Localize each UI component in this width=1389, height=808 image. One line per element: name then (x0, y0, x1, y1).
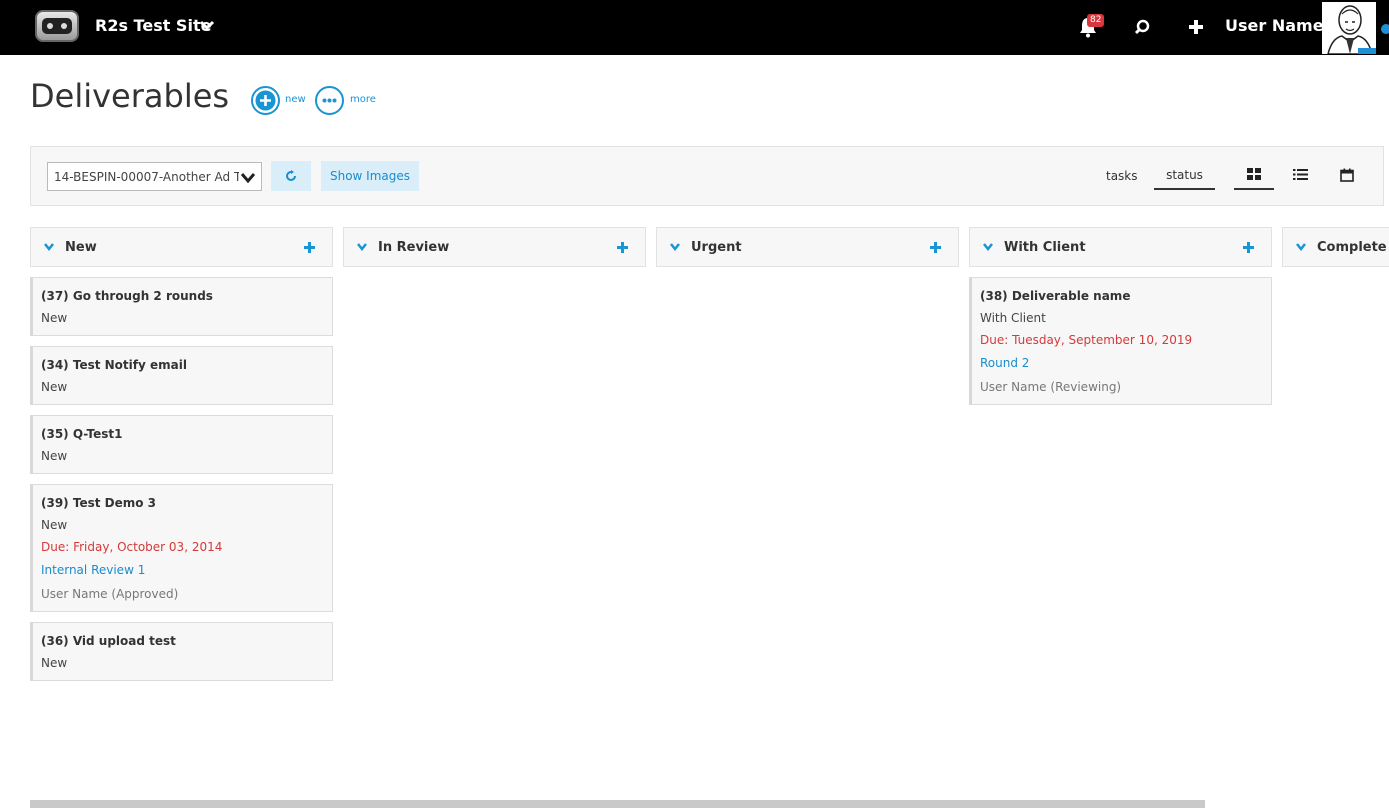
user-name[interactable]: User Name (1225, 16, 1324, 35)
tab-tasks[interactable]: tasks (1106, 169, 1138, 183)
horizontal-scrollbar[interactable] (30, 800, 1205, 808)
deliverable-card[interactable]: (37) Go through 2 rounds New (30, 277, 333, 336)
column-title: In Review (378, 240, 450, 255)
calendar-icon (1340, 168, 1354, 182)
refresh-button[interactable] (271, 161, 311, 191)
column-header-new: New (30, 227, 333, 267)
card-due-date: Due: Tuesday, September 10, 2019 (980, 333, 1193, 347)
column-title: With Client (1004, 240, 1086, 255)
tab-status[interactable]: status (1154, 160, 1215, 190)
page-title: Deliverables (30, 77, 230, 115)
plus-circle-icon (255, 90, 276, 111)
column-header-with-client: With Client (969, 227, 1272, 267)
card-status: New (41, 449, 68, 463)
add-card-plus-icon[interactable] (1243, 242, 1254, 253)
show-images-button[interactable]: Show Images (321, 161, 419, 191)
chevron-down-icon[interactable] (199, 19, 215, 31)
add-card-plus-icon[interactable] (304, 242, 315, 253)
new-button[interactable] (251, 86, 280, 115)
deliverable-card[interactable]: (35) Q-Test1 New (30, 415, 333, 474)
card-round-link[interactable]: Round 2 (980, 356, 1029, 370)
card-status: New (41, 656, 68, 670)
card-status: New (41, 311, 68, 325)
chevron-down-icon (239, 170, 257, 186)
search-icon[interactable] (1133, 18, 1151, 36)
column-title: Complete (1317, 240, 1387, 255)
refresh-icon (286, 170, 296, 181)
grid-view-button[interactable] (1234, 160, 1274, 190)
card-reviewer: User Name (Approved) (41, 587, 179, 601)
card-reviewer: User Name (Reviewing) (980, 380, 1122, 394)
card-title[interactable]: (36) Vid upload test (41, 634, 176, 648)
list-view-icon (1293, 169, 1308, 180)
top-navbar: R2s Test Site 82 User Name (0, 0, 1389, 55)
column-title: New (65, 240, 97, 255)
card-status: New (41, 380, 68, 394)
chevron-down-icon[interactable] (1295, 242, 1307, 252)
card-title[interactable]: (35) Q-Test1 (41, 427, 122, 441)
column-header-urgent: Urgent (656, 227, 959, 267)
chevron-down-icon[interactable] (669, 242, 681, 252)
list-view-button[interactable] (1280, 160, 1320, 190)
new-label[interactable]: new (285, 94, 306, 105)
card-status: With Client (980, 311, 1046, 325)
chevron-down-icon[interactable] (356, 242, 368, 252)
status-indicator (1381, 24, 1389, 34)
card-title[interactable]: (37) Go through 2 rounds (41, 289, 213, 303)
grid-view-icon (1247, 168, 1261, 180)
card-title[interactable]: (39) Test Demo 3 (41, 496, 156, 510)
add-card-plus-icon[interactable] (617, 242, 628, 253)
card-status: New (41, 518, 68, 532)
project-select[interactable]: 14-BESPIN-00007-Another Ad Th (47, 162, 262, 191)
site-name[interactable]: R2s Test Site (95, 16, 211, 35)
add-card-plus-icon[interactable] (930, 242, 941, 253)
column-header-complete: Complete (1282, 227, 1389, 267)
column-title: Urgent (691, 240, 742, 255)
deliverable-card[interactable]: (38) Deliverable name With Client Due: T… (969, 277, 1272, 405)
card-round-link[interactable]: Internal Review 1 (41, 563, 145, 577)
plus-icon[interactable] (1188, 19, 1204, 35)
calendar-view-button[interactable] (1327, 160, 1367, 190)
filter-toolbar: 14-BESPIN-00007-Another Ad Th Show Image… (30, 146, 1384, 206)
robot-logo-icon[interactable] (35, 10, 79, 42)
more-button[interactable] (315, 86, 344, 115)
card-title[interactable]: (34) Test Notify email (41, 358, 187, 372)
notification-count-badge: 82 (1087, 14, 1105, 27)
avatar[interactable] (1322, 2, 1376, 54)
more-label[interactable]: more (350, 94, 376, 105)
deliverable-card[interactable]: (39) Test Demo 3 New Due: Friday, Octobe… (30, 484, 333, 612)
project-select-value: 14-BESPIN-00007-Another Ad Th (54, 170, 249, 184)
ellipsis-icon (322, 98, 337, 103)
card-title[interactable]: (38) Deliverable name (980, 289, 1130, 303)
deliverable-card[interactable]: (36) Vid upload test New (30, 622, 333, 681)
deliverable-card[interactable]: (34) Test Notify email New (30, 346, 333, 405)
card-due-date: Due: Friday, October 03, 2014 (41, 540, 223, 554)
chevron-down-icon[interactable] (43, 242, 55, 252)
column-header-in-review: In Review (343, 227, 646, 267)
chevron-down-icon[interactable] (982, 242, 994, 252)
